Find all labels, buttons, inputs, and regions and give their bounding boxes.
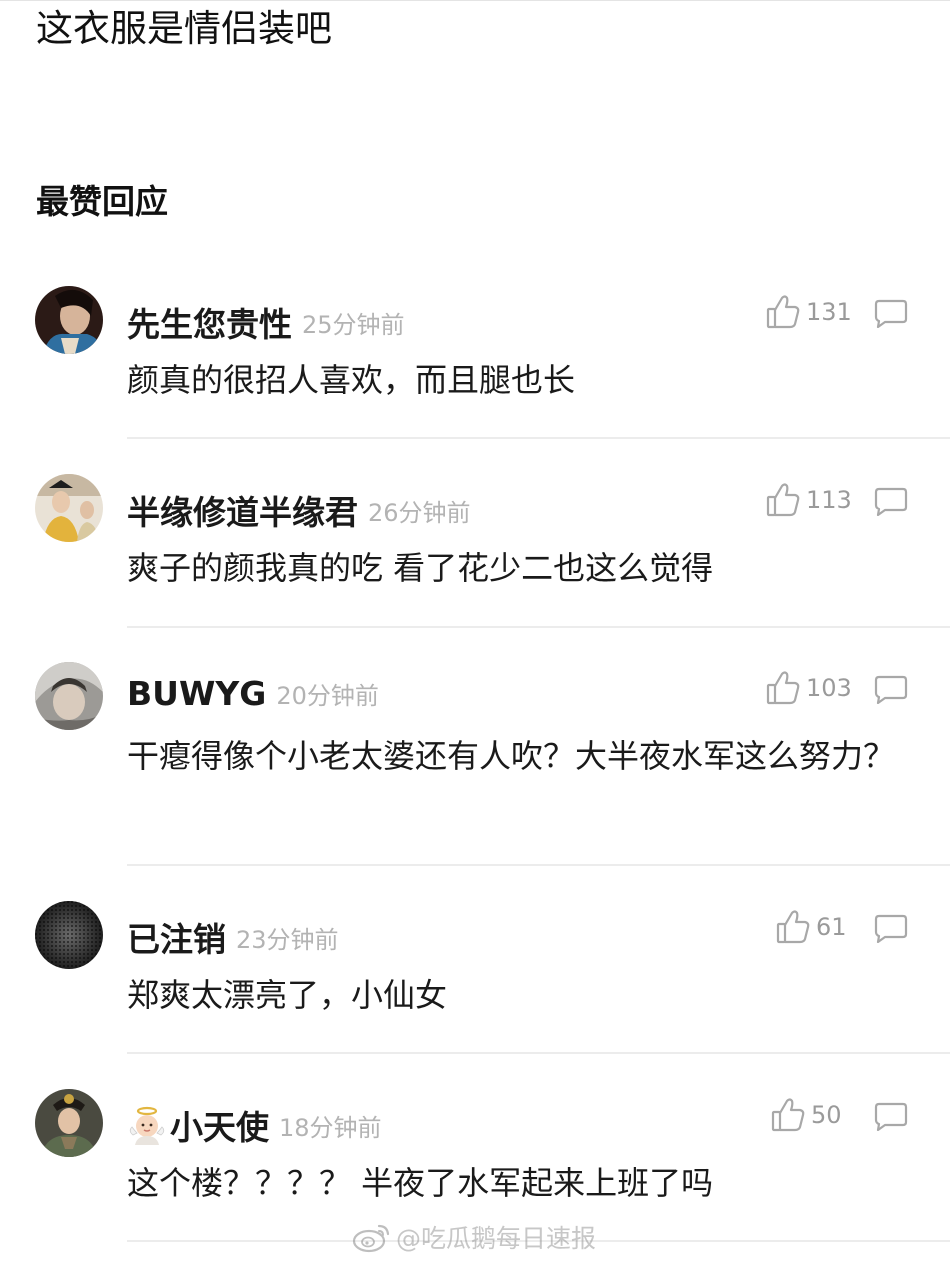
author-name[interactable]: 半缘修道半缘君 — [127, 493, 358, 532]
section-heading-top-replies: 最赞回应 — [36, 182, 168, 221]
avatar[interactable] — [35, 662, 103, 730]
avatar[interactable] — [35, 286, 103, 354]
avatar[interactable] — [35, 901, 103, 969]
avatar[interactable] — [35, 1089, 103, 1157]
comment-divider — [127, 437, 950, 439]
author-name[interactable]: BUWYG — [127, 674, 266, 713]
like-button[interactable]: 103 — [766, 670, 852, 706]
comment-header: 小天使 18分钟前 — [127, 1101, 382, 1149]
reply-button[interactable] — [874, 486, 908, 520]
timestamp: 18分钟前 — [279, 1113, 382, 1142]
comment-divider — [127, 864, 950, 866]
like-count: 113 — [806, 486, 852, 514]
comment-text: 这个楼？？？？ 半夜了水军起来上班了吗 — [127, 1164, 714, 1202]
thumbs-up-icon — [771, 1098, 805, 1132]
watermark-text: @吃瓜鹅每日速报 — [396, 1224, 597, 1253]
speech-bubble-icon — [874, 487, 908, 517]
comment-header: BUWYG 20分钟前 — [127, 674, 379, 713]
weibo-logo-icon — [352, 1224, 390, 1253]
comment-header: 已注销 23分钟前 — [127, 913, 339, 961]
thumbs-up-icon — [766, 671, 800, 705]
like-count: 61 — [816, 913, 847, 941]
comment-header: 先生您贵性 25分钟前 — [127, 298, 405, 346]
comment-text: 郑爽太漂亮了，小仙女 — [127, 976, 448, 1014]
author-name[interactable]: 已注销 — [127, 920, 226, 959]
like-count: 131 — [806, 298, 852, 326]
comment-text: 颜真的很招人喜欢，而且腿也长 — [127, 361, 576, 399]
like-count: 50 — [811, 1101, 842, 1129]
timestamp: 25分钟前 — [302, 310, 405, 339]
like-button[interactable]: 61 — [776, 909, 847, 945]
author-name[interactable]: 先生您贵性 — [127, 305, 292, 344]
avatar[interactable] — [35, 474, 103, 542]
comment-divider — [127, 1052, 950, 1054]
comment-text: 干瘪得像个小老太婆还有人吹？大半夜水军这么努力？ — [127, 737, 896, 775]
comment-header: 半缘修道半缘君 26分钟前 — [127, 486, 471, 534]
speech-bubble-icon — [874, 914, 908, 944]
timestamp: 23分钟前 — [236, 925, 339, 954]
like-button[interactable]: 50 — [771, 1097, 842, 1133]
reply-button[interactable] — [874, 298, 908, 332]
speech-bubble-icon — [874, 299, 908, 329]
thumbs-up-icon — [766, 295, 800, 329]
post-title: 这衣服是情侣装吧 — [36, 7, 332, 50]
reply-button[interactable] — [874, 674, 908, 708]
reply-button[interactable] — [874, 913, 908, 947]
timestamp: 26分钟前 — [368, 498, 471, 527]
author-name[interactable]: 小天使 — [170, 1108, 269, 1147]
timestamp: 20分钟前 — [276, 682, 379, 710]
comment-text: 爽子的颜我真的吃 看了花少二也这么觉得 — [127, 549, 714, 587]
like-button[interactable]: 131 — [766, 294, 852, 330]
reply-button[interactable] — [874, 1101, 908, 1135]
top-divider — [0, 0, 950, 1]
like-button[interactable]: 113 — [766, 482, 852, 518]
baby-angel-emoji-icon — [127, 1105, 167, 1145]
like-count: 103 — [806, 674, 852, 702]
speech-bubble-icon — [874, 1102, 908, 1132]
comment-divider — [127, 626, 950, 628]
speech-bubble-icon — [874, 675, 908, 705]
thumbs-up-icon — [766, 483, 800, 517]
watermark: @吃瓜鹅每日速报 — [352, 1219, 596, 1255]
thumbs-up-icon — [776, 910, 810, 944]
